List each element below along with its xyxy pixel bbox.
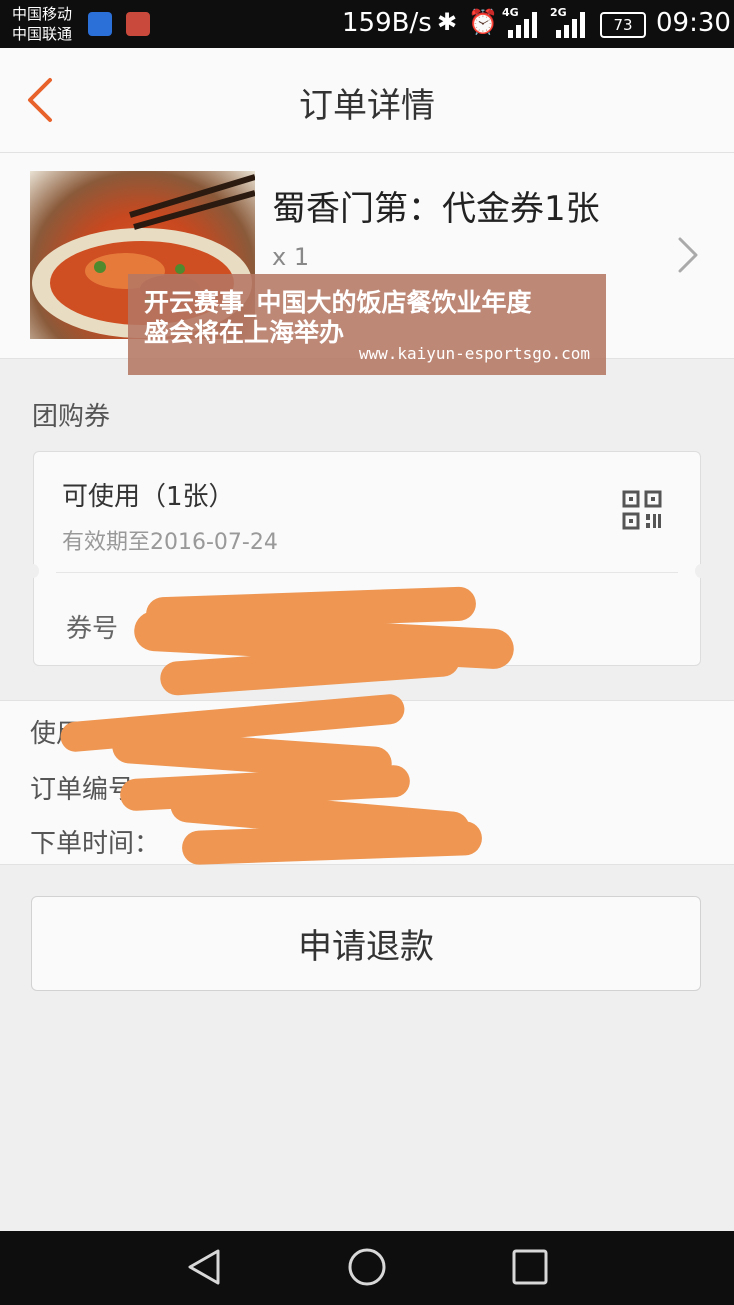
carrier-info: 中国移动 中国联通 <box>12 4 72 44</box>
ticket-notch <box>27 564 39 578</box>
battery-icon: 73 <box>600 12 646 38</box>
voucher-section-title: 团购券 <box>32 402 111 432</box>
refund-button[interactable]: 申请退款 <box>31 896 701 991</box>
signal-icon <box>508 12 540 38</box>
ticket-notch <box>695 564 707 578</box>
net-speed: 159B/s <box>342 8 432 38</box>
home-circle-icon[interactable] <box>347 1247 387 1287</box>
recent-apps-square-icon[interactable] <box>510 1247 550 1287</box>
chevron-right-icon[interactable] <box>676 235 700 275</box>
page-title: 订单详情 <box>299 86 435 126</box>
product-quantity: x 1 <box>272 243 310 271</box>
divider <box>56 572 678 573</box>
navigation-bar <box>0 1231 734 1305</box>
bluetooth-icon: ✱ <box>437 8 458 36</box>
battery-level: 73 <box>613 16 633 34</box>
voucher-code-label: 券号 <box>66 614 119 644</box>
watermark-line-2: 盛会将在上海举办 <box>144 318 345 347</box>
voucher-status: 可使用（1张） <box>62 482 235 512</box>
alarm-icon: ⏰ <box>468 8 498 36</box>
back-triangle-icon[interactable] <box>184 1247 224 1287</box>
clock: 09:30 <box>656 8 731 38</box>
carrier-1: 中国移动 <box>12 5 73 23</box>
order-time-label: 下单时间： <box>30 829 161 859</box>
voucher-validity: 有效期至2016-07-24 <box>62 530 278 555</box>
signal-icon <box>556 12 588 38</box>
carrier-2: 中国联通 <box>12 25 73 43</box>
qr-code-icon[interactable] <box>622 490 662 530</box>
watermark-url: www.kaiyun-esportsgo.com <box>358 344 590 363</box>
notification-app-icon <box>126 12 150 36</box>
status-bar: 中国移动 中国联通 159B/s ✱ ⏰ 4G 2G 73 09:30 <box>0 0 734 48</box>
product-name: 蜀香门第：代金券1张 <box>272 189 600 229</box>
title-bar: 订单详情 <box>0 48 734 153</box>
watermark-line-1: 开云赛事_中国大的饭店餐饮业年度 <box>144 288 532 317</box>
baidu-app-icon <box>88 12 112 36</box>
watermark-overlay: 开云赛事_中国大的饭店餐饮业年度 盛会将在上海举办 www.kaiyun-esp… <box>128 274 606 375</box>
